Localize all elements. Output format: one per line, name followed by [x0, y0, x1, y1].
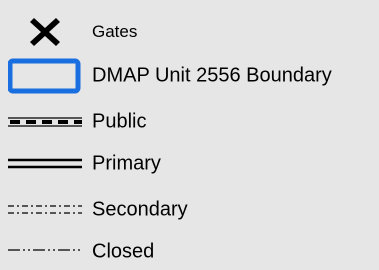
- legend-item-gates: Gates: [0, 14, 379, 50]
- legend-label-boundary: DMAP Unit 2556 Boundary: [92, 64, 332, 87]
- legend-item-primary: Primary: [0, 146, 379, 182]
- secondary-road-line-icon: [8, 205, 82, 214]
- primary-road-line-icon: [8, 158, 82, 169]
- legend-label-closed: Closed: [92, 240, 155, 263]
- legend-item-closed: Closed: [0, 234, 379, 270]
- public-road-line-icon: [8, 117, 82, 127]
- map-legend: Gates DMAP Unit 2556 Boundary Public Pri…: [0, 0, 379, 263]
- legend-label-public: Public: [92, 110, 147, 133]
- closed-road-line-icon: [8, 249, 82, 251]
- legend-item-public: Public: [0, 104, 379, 140]
- legend-label-secondary: Secondary: [92, 198, 188, 221]
- legend-label-gates: Gates: [92, 22, 138, 41]
- legend-item-boundary: DMAP Unit 2556 Boundary: [0, 58, 379, 94]
- x-cross-icon: [30, 18, 60, 46]
- boundary-box-icon: [8, 58, 81, 94]
- legend-label-primary: Primary: [92, 152, 161, 175]
- legend-item-secondary: Secondary: [0, 192, 379, 228]
